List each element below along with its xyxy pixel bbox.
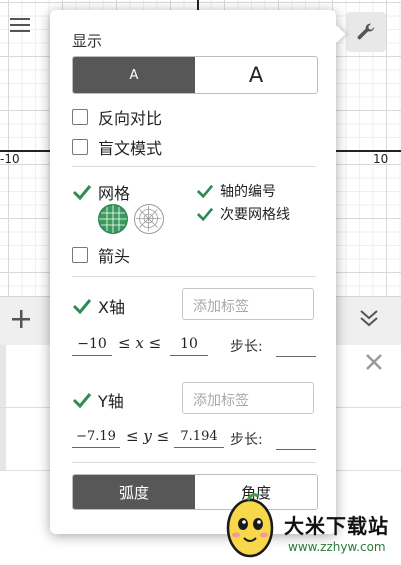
axis-numbers-label: 轴的编号 — [220, 184, 276, 200]
close-icon — [366, 354, 382, 370]
axis-numbers-checkbox[interactable]: 轴的编号 — [196, 181, 276, 201]
x-min-input[interactable]: −10 — [72, 336, 112, 356]
cartesian-grid-svg — [98, 204, 128, 234]
x-axis-label-input[interactable]: 添加标签 — [182, 288, 314, 320]
cartesian-grid-icon[interactable] — [98, 204, 128, 234]
y-step-input[interactable] — [276, 449, 316, 450]
y-min-input[interactable]: −7.19 — [72, 429, 120, 448]
braille-mode-checkbox[interactable]: 盲文模式 — [72, 135, 162, 159]
polar-grid-icon[interactable] — [134, 204, 164, 234]
y-step-label: 步长: — [230, 432, 263, 448]
x-axis-label: X轴 — [98, 298, 125, 317]
checkmark-icon — [196, 184, 214, 199]
checkmark-icon — [72, 299, 92, 315]
divider — [72, 462, 316, 463]
checkmark-icon — [72, 185, 92, 201]
minor-gridlines-checkbox[interactable]: 次要网格线 — [196, 204, 290, 224]
arrows-checkbox[interactable]: 箭头 — [72, 243, 130, 267]
expression-index-1[interactable] — [0, 345, 6, 407]
checkbox-box — [72, 247, 88, 263]
delete-expression-button[interactable] — [364, 350, 384, 378]
reverse-contrast-checkbox[interactable]: 反向对比 — [72, 105, 162, 129]
collapse-list-button[interactable] — [357, 306, 381, 330]
settings-wrench-button[interactable] — [346, 12, 386, 52]
watermark-url: www.zzhyw.com — [288, 540, 386, 554]
checkmark-icon — [72, 393, 92, 409]
x-range-relation: ≤ x ≤ — [118, 334, 162, 352]
graph-settings-popover: 显示 A A 反向对比 盲文模式 网格 轴的编号 次要网格线 箭头 X轴 添加标… — [50, 10, 346, 534]
y-axis-label: Y轴 — [98, 392, 124, 411]
font-size-small-option[interactable]: A — [73, 57, 195, 93]
display-section-title: 显示 — [72, 32, 103, 50]
y-axis-label-input[interactable]: 添加标签 — [182, 382, 314, 414]
divider — [72, 166, 316, 167]
font-size-large-option[interactable]: A — [195, 57, 317, 93]
watermark-title: 大米下载站 — [284, 514, 389, 538]
checkbox-box — [72, 139, 88, 155]
polar-grid-svg — [135, 205, 162, 232]
grid-label: 网格 — [98, 184, 131, 203]
x-max-input[interactable]: 10 — [170, 336, 208, 356]
y-range-relation: ≤ y ≤ — [126, 427, 170, 445]
checkmark-icon — [196, 207, 214, 222]
watermark-logo-icon — [226, 493, 274, 558]
minor-gridlines-label: 次要网格线 — [220, 207, 290, 223]
font-size-segmented-control: A A — [72, 56, 318, 94]
double-chevron-down-icon — [360, 310, 378, 327]
y-max-input[interactable]: 7.194 — [174, 429, 224, 448]
arrows-label: 箭头 — [98, 247, 131, 266]
x-step-input[interactable] — [276, 356, 316, 357]
hamburger-icon[interactable] — [10, 18, 30, 34]
grid-checkbox[interactable]: 网格 — [72, 180, 130, 204]
wrench-icon — [357, 23, 375, 40]
plus-icon — [12, 310, 30, 328]
x-tick-right: 10 — [373, 152, 389, 166]
divider — [72, 276, 316, 277]
braille-mode-label: 盲文模式 — [98, 139, 163, 158]
y-axis-checkbox[interactable]: Y轴 — [72, 388, 124, 412]
x-axis-checkbox[interactable]: X轴 — [72, 294, 125, 318]
add-expression-button[interactable] — [8, 302, 34, 337]
radians-option[interactable]: 弧度 — [73, 475, 195, 509]
checkbox-box — [72, 109, 88, 125]
expression-index-2[interactable] — [0, 408, 6, 470]
reverse-contrast-label: 反向对比 — [98, 109, 163, 128]
x-tick-left: -10 — [0, 152, 20, 166]
x-step-label: 步长: — [230, 339, 263, 355]
